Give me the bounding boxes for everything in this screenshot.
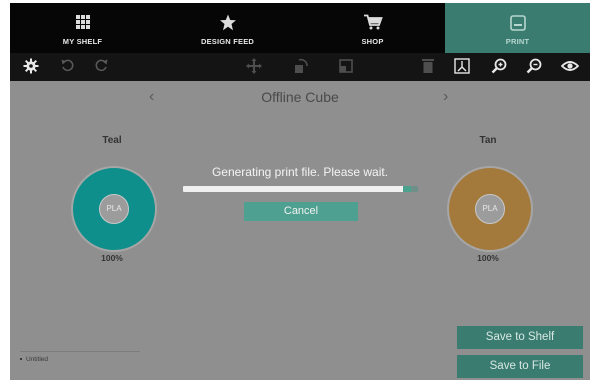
top-nav: MY SHELF DESIGN FEED SHOP PRINT [10, 3, 590, 53]
spool-left-name: Teal [102, 135, 122, 146]
spool-right-name: Tan [479, 135, 497, 146]
save-to-file-button[interactable]: Save to File [457, 355, 583, 378]
list-item[interactable]: Untitled [20, 351, 140, 363]
grid-icon [75, 15, 90, 29]
move-icon[interactable] [246, 58, 264, 76]
tab-print-label: PRINT [505, 37, 530, 46]
eye-icon[interactable] [561, 58, 579, 76]
progress-message: Generating print file. Please wait. [211, 165, 389, 179]
view-icon[interactable] [454, 58, 472, 76]
scale-icon[interactable] [338, 58, 356, 76]
app-window: MY SHELF DESIGN FEED SHOP PRINT ‹ Offlin… [10, 3, 590, 380]
print-icon [509, 15, 526, 31]
cart-icon [363, 14, 383, 30]
file-name: Untitled [26, 356, 49, 363]
tab-my-shelf[interactable]: MY SHELF [10, 3, 155, 53]
tab-shop[interactable]: SHOP [300, 3, 445, 53]
tab-print[interactable]: PRINT [445, 3, 590, 53]
next-model-button[interactable]: › [443, 88, 448, 106]
rotate-icon[interactable] [293, 58, 311, 76]
progress-bar [183, 186, 418, 192]
delete-icon[interactable] [421, 58, 439, 76]
tab-shop-label: SHOP [361, 37, 384, 46]
zoom-in-icon[interactable] [491, 58, 509, 76]
zoom-out-icon[interactable] [526, 58, 544, 76]
tab-design-feed[interactable]: DESIGN FEED [155, 3, 300, 53]
cancel-button[interactable]: Cancel [244, 202, 358, 221]
spool-right[interactable]: PLA [447, 166, 533, 252]
spool-left-material: PLA [99, 194, 129, 224]
prev-model-button[interactable]: ‹ [149, 88, 154, 106]
tab-design-feed-label: DESIGN FEED [200, 37, 255, 46]
gear-icon[interactable] [23, 58, 41, 76]
tab-my-shelf-label: MY SHELF [62, 37, 103, 46]
redo-icon[interactable] [95, 58, 113, 76]
spool-right-percent: 100% [477, 253, 499, 263]
spool-right-material: PLA [475, 194, 505, 224]
model-title: Offline Cube [261, 89, 339, 105]
star-icon [219, 14, 236, 31]
save-to-shelf-button[interactable]: Save to Shelf [457, 326, 583, 349]
progress-bar-fill [183, 186, 411, 192]
undo-icon[interactable] [60, 58, 78, 76]
toolbar [10, 53, 590, 81]
spool-left-percent: 100% [101, 253, 123, 263]
bullet-icon [20, 358, 22, 361]
spool-left[interactable]: PLA [71, 166, 157, 252]
progress-bar-indicator [403, 186, 411, 192]
